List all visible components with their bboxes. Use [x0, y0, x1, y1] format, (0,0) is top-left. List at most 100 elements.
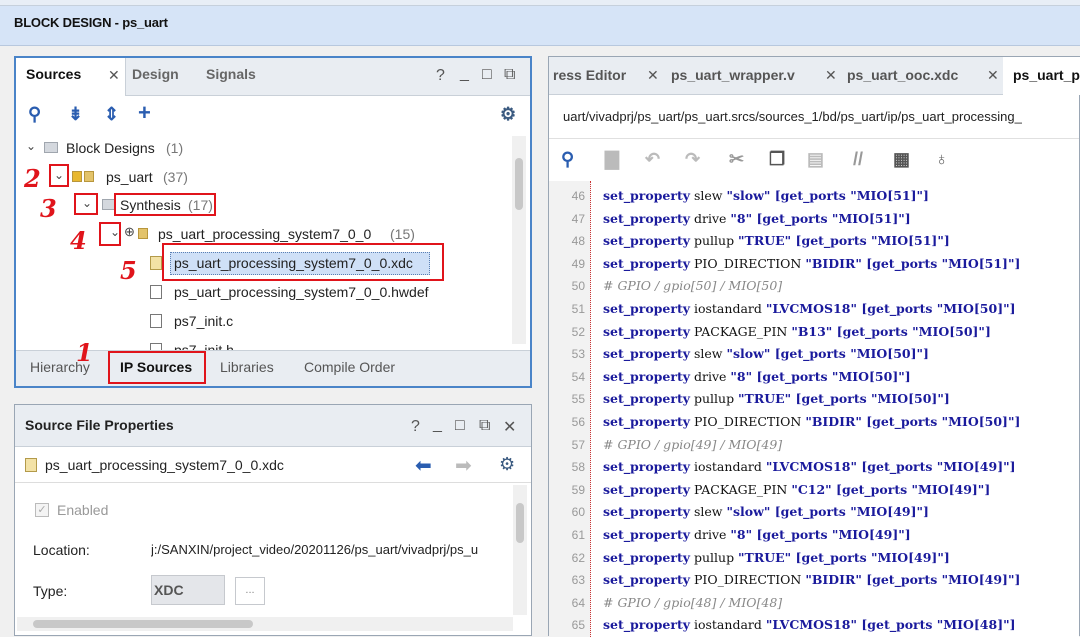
copy-icon[interactable]: ❐: [769, 149, 785, 170]
code-line[interactable]: 58 set_property iostandard "LVCMOS18" [ge…: [549, 456, 1079, 479]
lightbulb-icon[interactable]: ♁: [935, 149, 949, 170]
chevron-down-icon[interactable]: ⌄: [26, 139, 36, 153]
tab-sources[interactable]: Sources: [26, 66, 81, 82]
code-comment: # GPIO / gpio[48] / MIO[48]: [603, 594, 783, 610]
code-line[interactable]: 63 set_property PIO_DIRECTION "BIDIR" [ge…: [549, 569, 1079, 592]
code-line[interactable]: 59 set_property PACKAGE_PIN "C12" [get_po…: [549, 479, 1079, 502]
forward-arrow-icon[interactable]: ➡: [455, 453, 472, 478]
type-browse-button[interactable]: ...: [235, 577, 265, 605]
comment-icon[interactable]: //: [853, 149, 863, 170]
code-line[interactable]: 61 set_property drive "8" [get_ports "MIO…: [549, 524, 1079, 547]
code-port: [get_ports "MIO[50]"]: [791, 391, 950, 407]
float-icon[interactable]: ⧉: [479, 417, 490, 435]
tab-processing-xdc[interactable]: ps_uart_p: [1013, 67, 1080, 83]
code-value: "8": [730, 527, 753, 542]
code-value: "slow": [726, 346, 771, 362]
close-icon[interactable]: ✕: [987, 67, 999, 84]
close-icon[interactable]: ✕: [503, 417, 516, 437]
tree-label: ps_uart: [106, 169, 153, 185]
paste-icon[interactable]: ▤: [807, 149, 824, 170]
scroll-thumb[interactable]: [515, 158, 523, 210]
maximize-icon[interactable]: □: [482, 66, 492, 84]
tab-address-editor[interactable]: ress Editor: [553, 67, 626, 83]
code-command: set_property: [603, 391, 690, 407]
code-port: [get_ports "MIO[51]"]: [752, 210, 911, 226]
redo-icon[interactable]: ↷: [685, 149, 700, 170]
tab-compile-order[interactable]: Compile Order: [304, 359, 395, 375]
ip-folder-icon: [138, 228, 148, 239]
code-line[interactable]: 64 # GPIO / gpio[48] / MIO[48]: [549, 592, 1079, 615]
line-number: 62: [571, 550, 585, 565]
code-line[interactable]: 56 set_property PIO_DIRECTION "BIDIR" [ge…: [549, 411, 1079, 434]
code-value: "BIDIR": [805, 414, 862, 429]
scroll-thumb[interactable]: [33, 620, 253, 628]
menu-strip: [0, 0, 1080, 6]
properties-hscrollbar[interactable]: [17, 617, 513, 631]
properties-scrollbar[interactable]: [513, 485, 527, 615]
code-line[interactable]: 62 set_property pullup "TRUE" [get_ports …: [549, 547, 1079, 570]
expand-all-icon[interactable]: ⇕: [104, 104, 119, 125]
back-arrow-icon[interactable]: ⬅: [415, 453, 432, 478]
properties-file-name: ps_uart_processing_system7_0_0.xdc: [45, 457, 284, 473]
code-line[interactable]: 51 set_property iostandard "LVCMOS18" [ge…: [549, 298, 1079, 321]
tree-row-ps7-init-c[interactable]: ps7_init.c: [16, 309, 530, 335]
minimize-icon[interactable]: _: [460, 65, 469, 83]
code-text: set_property PIO_DIRECTION "BIDIR" [get_…: [603, 256, 1020, 271]
code-text: set_property iostandard "LVCMOS18" [get_…: [603, 301, 1016, 316]
line-number: 51: [571, 302, 585, 316]
code-line[interactable]: 48 set_property pullup "TRUE" [get_ports …: [549, 230, 1079, 253]
save-icon[interactable]: ▇: [605, 149, 619, 170]
tab-libraries[interactable]: Libraries: [220, 359, 274, 375]
folder-icon: [44, 142, 58, 153]
code-line[interactable]: 47 set_property drive "8" [get_ports "MIO…: [549, 208, 1079, 231]
maximize-icon[interactable]: □: [455, 417, 465, 435]
search-icon[interactable]: ⚲: [28, 104, 41, 125]
tree-row-ps-uart[interactable]: ⌄ ps_uart (37): [16, 165, 530, 191]
tree-row-hwdef[interactable]: ps_uart_processing_system7_0_0.hwdef: [16, 280, 530, 306]
code-port: [get_ports "MIO[51]"]: [770, 188, 929, 203]
code-line[interactable]: 60 set_property slew "slow" [get_ports "M…: [549, 501, 1079, 524]
add-sources-icon[interactable]: +: [138, 100, 151, 126]
code-line[interactable]: 46 set_property slew "slow" [get_ports "M…: [549, 185, 1079, 208]
gear-icon[interactable]: ⚙: [499, 454, 515, 475]
minimize-icon[interactable]: _: [433, 416, 442, 434]
code-line[interactable]: 49 set_property PIO_DIRECTION "BIDIR" [ge…: [549, 253, 1079, 276]
code-command: set_property: [603, 188, 690, 203]
code-line[interactable]: 55 set_property pullup "TRUE" [get_ports …: [549, 388, 1079, 411]
gear-icon[interactable]: ⚙: [500, 104, 516, 125]
enabled-checkbox[interactable]: ✓: [35, 503, 49, 517]
help-icon[interactable]: ?: [411, 418, 420, 436]
scroll-thumb[interactable]: [516, 503, 524, 543]
search-icon[interactable]: ⚲: [561, 149, 574, 170]
code-command: set_property: [603, 617, 690, 633]
code-line[interactable]: 57 # GPIO / gpio[49] / MIO[49]: [549, 434, 1079, 457]
code-line[interactable]: 53 set_property slew "slow" [get_ports "M…: [549, 343, 1079, 366]
tree-row-block-designs[interactable]: ⌄ Block Designs (1): [16, 136, 530, 162]
help-icon[interactable]: ?: [436, 67, 445, 85]
code-property: drive: [690, 527, 731, 542]
tab-signals[interactable]: Signals: [206, 66, 256, 82]
close-icon[interactable]: ✕: [825, 67, 837, 84]
code-value: "8": [730, 368, 753, 384]
collapse-all-icon[interactable]: ⇟: [68, 104, 83, 125]
code-comment: # GPIO / gpio[50] / MIO[50]: [603, 278, 783, 294]
code-area[interactable]: 46 set_property slew "slow" [get_ports "M…: [549, 181, 1079, 637]
template-icon[interactable]: ▦: [893, 149, 910, 170]
close-icon[interactable]: ✕: [647, 67, 659, 84]
code-command: set_property: [603, 527, 690, 542]
tree-scrollbar[interactable]: [512, 136, 526, 344]
code-line[interactable]: 50 # GPIO / gpio[50] / MIO[50]: [549, 275, 1079, 298]
close-icon[interactable]: ✕: [108, 67, 120, 84]
annotation-number-5: 5: [120, 256, 137, 285]
tab-wrapper-v[interactable]: ps_uart_wrapper.v: [671, 67, 795, 83]
undo-icon[interactable]: ↶: [645, 149, 660, 170]
annotation-number-3: 3: [40, 194, 57, 223]
code-line[interactable]: 54 set_property drive "8" [get_ports "MIO…: [549, 366, 1079, 389]
bd-folder-icon: [84, 171, 94, 182]
code-line[interactable]: 65 set_property iostandard "LVCMOS18" [ge…: [549, 614, 1079, 637]
float-icon[interactable]: ⧉: [504, 66, 515, 84]
tab-ooc-xdc[interactable]: ps_uart_ooc.xdc: [847, 67, 958, 83]
cut-icon[interactable]: ✂: [729, 149, 744, 170]
tab-design[interactable]: Design: [132, 66, 179, 82]
code-line[interactable]: 52 set_property PACKAGE_PIN "B13" [get_po…: [549, 321, 1079, 344]
